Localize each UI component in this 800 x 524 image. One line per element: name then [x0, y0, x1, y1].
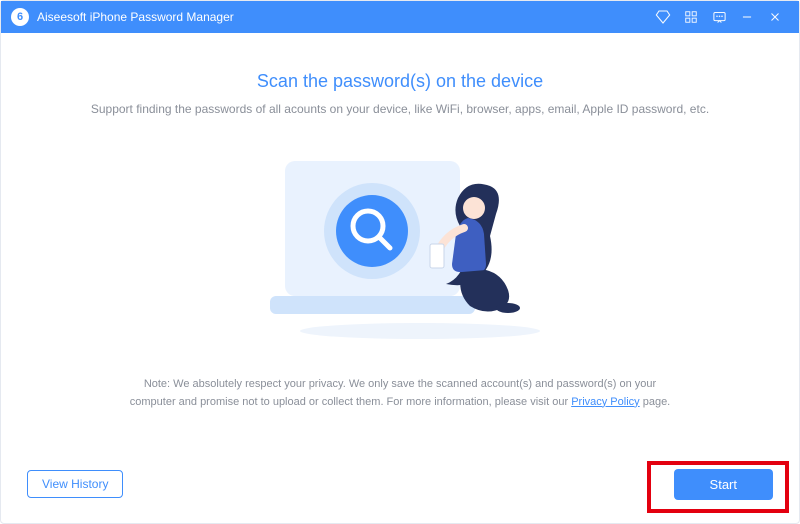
app-logo-glyph: 6 [17, 11, 23, 23]
privacy-note: Note: We absolutely respect your privacy… [120, 376, 680, 411]
note-suffix: page. [640, 396, 671, 408]
page-subtext: Support finding the passwords of all aco… [41, 102, 759, 116]
main-content: Scan the password(s) on the device Suppo… [1, 33, 799, 463]
titlebar: 6 Aiseesoft iPhone Password Manager [1, 1, 799, 33]
close-button[interactable] [761, 1, 789, 33]
grid-icon[interactable] [677, 1, 705, 33]
page-heading: Scan the password(s) on the device [41, 71, 759, 92]
app-window: 6 Aiseesoft iPhone Password Manager Scan… [0, 0, 800, 524]
view-history-button[interactable]: View History [27, 470, 123, 498]
footer: View History Start [1, 463, 799, 523]
app-title: Aiseesoft iPhone Password Manager [37, 10, 234, 24]
app-logo-icon: 6 [11, 8, 29, 26]
start-button[interactable]: Start [674, 469, 773, 500]
diamond-icon[interactable] [649, 1, 677, 33]
illustration [240, 146, 560, 356]
minimize-button[interactable] [733, 1, 761, 33]
privacy-policy-link[interactable]: Privacy Policy [571, 396, 639, 408]
feedback-icon[interactable] [705, 1, 733, 33]
